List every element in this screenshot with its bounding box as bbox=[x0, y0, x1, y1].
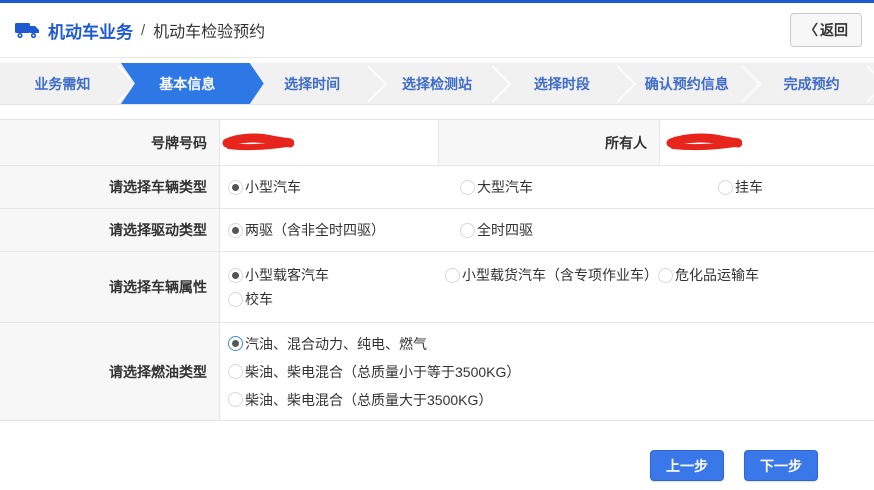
drive-type-label: 请选择驱动类型 bbox=[0, 209, 220, 251]
radio-option-full-time-4wd[interactable]: 全时四驱 bbox=[460, 220, 533, 240]
radio-icon bbox=[718, 180, 733, 195]
radio-icon bbox=[228, 268, 243, 283]
radio-icon bbox=[228, 223, 243, 238]
radio-option-small-car[interactable]: 小型汽车 bbox=[228, 177, 460, 197]
radio-option-gasoline-hybrid-electric-gas[interactable]: 汽油、混合动力、纯电、燃气 bbox=[228, 334, 874, 354]
vehicle-attribute-options: 小型载客汽车 小型载货汽车（含专项作业车） 危化品运输车 校车 bbox=[220, 252, 874, 322]
redaction-scribble bbox=[666, 133, 742, 153]
step-tab-business-notice[interactable]: 业务需知 bbox=[0, 63, 125, 104]
owner-label: 所有人 bbox=[439, 120, 660, 165]
back-button-label: 返回 bbox=[820, 20, 848, 40]
breadcrumb-root[interactable]: 机动车业务 bbox=[48, 18, 133, 43]
step-tab-select-station[interactable]: 选择检测站 bbox=[375, 63, 500, 104]
radio-option-diesel-gt-3500kg[interactable]: 柴油、柴电混合（总质量大于3500KG） bbox=[228, 390, 874, 410]
back-button[interactable]: 〈 返回 bbox=[790, 13, 862, 47]
fuel-type-label: 请选择燃油类型 bbox=[0, 323, 220, 420]
radio-icon bbox=[228, 392, 243, 407]
radio-option-diesel-le-3500kg[interactable]: 柴油、柴电混合（总质量小于等于3500KG） bbox=[228, 362, 874, 382]
appointment-form: 号牌号码 所有人 请选择车辆类型 小型汽车 大型汽车 bbox=[0, 119, 874, 421]
radio-option-small-passenger[interactable]: 小型载客汽车 bbox=[228, 265, 445, 285]
step-tab-finish[interactable]: 完成预约 bbox=[749, 63, 874, 104]
redaction-scribble bbox=[222, 133, 294, 153]
radio-label: 小型载客汽车 bbox=[245, 265, 329, 285]
row-plate-owner: 号牌号码 所有人 bbox=[0, 120, 874, 166]
row-vehicle-type: 请选择车辆类型 小型汽车 大型汽车 挂车 bbox=[0, 166, 874, 209]
previous-step-button[interactable]: 上一步 bbox=[650, 450, 724, 481]
radio-icon bbox=[228, 364, 243, 379]
radio-label: 两驱（含非全时四驱） bbox=[245, 220, 385, 240]
step-tab-select-time[interactable]: 选择时间 bbox=[250, 63, 375, 104]
radio-option-two-wheel-drive[interactable]: 两驱（含非全时四驱） bbox=[228, 220, 460, 240]
radio-icon bbox=[228, 180, 243, 195]
radio-label: 全时四驱 bbox=[477, 220, 533, 240]
radio-label: 柴油、柴电混合（总质量大于3500KG） bbox=[245, 390, 492, 410]
radio-label: 危化品运输车 bbox=[675, 265, 759, 285]
owner-value bbox=[660, 120, 874, 165]
row-drive-type: 请选择驱动类型 两驱（含非全时四驱） 全时四驱 bbox=[0, 209, 874, 252]
radio-icon bbox=[460, 180, 475, 195]
radio-option-hazmat-transport[interactable]: 危化品运输车 bbox=[658, 265, 759, 285]
fuel-type-options: 汽油、混合动力、纯电、燃气 柴油、柴电混合（总质量小于等于3500KG） 柴油、… bbox=[220, 323, 874, 420]
vehicle-type-options: 小型汽车 大型汽车 挂车 bbox=[220, 166, 874, 208]
radio-label: 小型汽车 bbox=[245, 177, 301, 197]
radio-icon bbox=[228, 336, 243, 351]
radio-option-large-car[interactable]: 大型汽车 bbox=[460, 177, 718, 197]
back-chevron-icon: 〈 bbox=[804, 20, 818, 40]
step-tab-basic-info[interactable]: 基本信息 bbox=[125, 63, 250, 104]
vehicle-type-label: 请选择车辆类型 bbox=[0, 166, 220, 208]
row-vehicle-attribute: 请选择车辆属性 小型载客汽车 小型载货汽车（含专项作业车） 危化品运输车 bbox=[0, 252, 874, 323]
row-fuel-type: 请选择燃油类型 汽油、混合动力、纯电、燃气 柴油、柴电混合（总质量小于等于350… bbox=[0, 323, 874, 420]
form-footer: 上一步 下一步 bbox=[0, 450, 874, 481]
page-header: 机动车业务 / 机动车检验预约 〈 返回 bbox=[0, 3, 874, 58]
step-label: 选择时间 bbox=[284, 74, 340, 94]
radio-icon bbox=[445, 268, 460, 283]
step-progress-bar: 业务需知 基本信息 选择时间 选择检测站 选择时段 确认预约信息 完成预约 bbox=[0, 63, 874, 105]
next-step-button[interactable]: 下一步 bbox=[744, 450, 818, 481]
step-label: 业务需知 bbox=[34, 74, 90, 94]
page-title: 机动车检验预约 bbox=[153, 18, 265, 42]
radio-option-school-bus[interactable]: 校车 bbox=[228, 289, 273, 309]
plate-number-value bbox=[220, 120, 439, 165]
radio-label: 大型汽车 bbox=[477, 177, 533, 197]
radio-label: 柴油、柴电混合（总质量小于等于3500KG） bbox=[245, 362, 520, 382]
radio-label: 挂车 bbox=[735, 177, 763, 197]
radio-icon bbox=[460, 223, 475, 238]
radio-label: 校车 bbox=[245, 289, 273, 309]
radio-icon bbox=[658, 268, 673, 283]
truck-icon bbox=[14, 20, 40, 40]
step-label: 选择时段 bbox=[534, 74, 590, 94]
breadcrumb-separator: / bbox=[141, 22, 145, 39]
vehicle-attribute-label: 请选择车辆属性 bbox=[0, 252, 220, 322]
radio-option-small-cargo[interactable]: 小型载货汽车（含专项作业车） bbox=[445, 265, 658, 285]
step-tab-confirm-info[interactable]: 确认预约信息 bbox=[624, 63, 749, 104]
drive-type-options: 两驱（含非全时四驱） 全时四驱 bbox=[220, 209, 874, 251]
step-label: 完成预约 bbox=[784, 74, 840, 94]
radio-option-trailer[interactable]: 挂车 bbox=[718, 177, 763, 197]
radio-label: 汽油、混合动力、纯电、燃气 bbox=[245, 334, 427, 354]
step-tab-select-timeslot[interactable]: 选择时段 bbox=[499, 63, 624, 104]
step-label: 选择检测站 bbox=[402, 74, 472, 94]
step-label: 确认预约信息 bbox=[645, 74, 729, 94]
radio-icon bbox=[228, 292, 243, 307]
step-label: 基本信息 bbox=[159, 74, 215, 94]
breadcrumb: 机动车业务 / 机动车检验预约 bbox=[14, 18, 265, 43]
radio-label: 小型载货汽车（含专项作业车） bbox=[462, 265, 658, 285]
plate-number-label: 号牌号码 bbox=[0, 120, 220, 165]
